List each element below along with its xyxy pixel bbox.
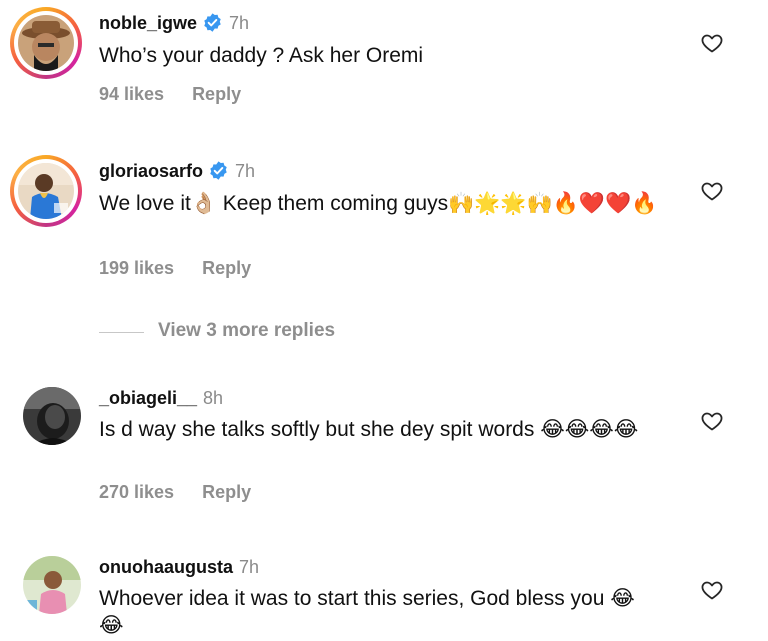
verified-badge-icon (210, 161, 227, 180)
reply-button[interactable]: Reply (202, 482, 251, 502)
comment-text: We love it👌🏼 Keep them coming guys🙌🌟🌟🙌🔥❤… (99, 192, 658, 215)
reply-button[interactable]: Reply (202, 258, 251, 278)
reply-button[interactable]: Reply (192, 84, 241, 104)
comment-time: 8h (203, 388, 224, 408)
heart-outline-icon[interactable] (700, 409, 724, 433)
likes-count[interactable]: 270 likes (99, 482, 174, 502)
heart-outline-icon[interactable] (700, 31, 724, 55)
heart-outline-icon[interactable] (700, 578, 724, 602)
avatar[interactable] (23, 387, 81, 445)
comment-username[interactable]: _obiageli__ (99, 388, 197, 408)
avatar[interactable] (23, 556, 81, 614)
comment-time: 7h (235, 161, 256, 181)
avatar[interactable] (10, 155, 82, 227)
comment-username[interactable]: onuohaaugusta (99, 557, 233, 577)
avatar[interactable] (10, 7, 82, 79)
comment-text: Whoever idea it was to start this series… (99, 587, 635, 637)
comment-time: 7h (239, 557, 260, 577)
replies-divider (99, 332, 144, 333)
verified-badge-icon (204, 13, 221, 32)
comment-time: 7h (229, 13, 250, 33)
comment-text: Who’s your daddy ? Ask her Oremi (99, 44, 424, 67)
likes-count[interactable]: 199 likes (99, 258, 174, 278)
comment-text: Is d way she talks softly but she dey sp… (99, 418, 639, 441)
heart-outline-icon[interactable] (700, 179, 724, 203)
comment-username[interactable]: gloriaosarfo (99, 161, 203, 181)
comment-username[interactable]: noble_igwe (99, 13, 197, 33)
view-replies-label[interactable]: View 3 more replies (158, 320, 335, 342)
likes-count[interactable]: 94 likes (99, 84, 164, 104)
